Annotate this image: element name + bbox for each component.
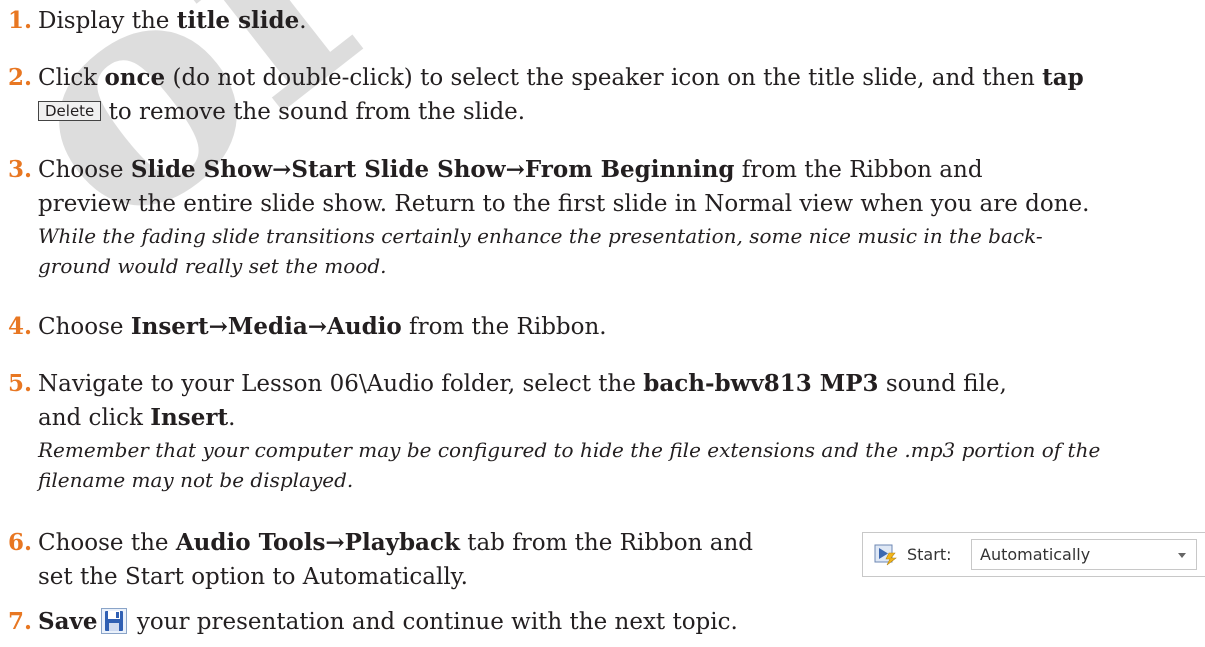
chevron-down-icon[interactable] [1178, 553, 1186, 558]
start-dropdown[interactable]: Automatically [971, 539, 1197, 570]
start-option-control: Start: Automatically [862, 532, 1205, 577]
step-number: 2. [8, 64, 33, 91]
step-note: While the fading slide transitions certa… [38, 224, 1043, 248]
step-number: 3. [8, 156, 33, 183]
step-3: 3. Choose Slide Show→Start Slide Show→Fro… [8, 153, 1089, 281]
step-2: 2. Click once (do not double-click) to se… [8, 64, 1084, 125]
step-note: filename may not be displayed. [38, 468, 354, 492]
save-icon [100, 608, 127, 634]
step-1: 1. Display the title slide. [8, 7, 307, 34]
step-number: 7. [8, 608, 33, 635]
step-number: 5. [8, 370, 33, 397]
start-dropdown-value: Automatically [980, 545, 1091, 564]
delete-key: Delete [38, 101, 102, 121]
start-label: Start: [907, 545, 952, 564]
step-7: 7. Save your presentation and continue wi… [8, 608, 738, 635]
step-number: 1. [8, 7, 33, 34]
step-number: 6. [8, 529, 33, 556]
step-note: ground would really set the mood. [38, 254, 387, 278]
step-number: 4. [8, 313, 33, 340]
play-animation-icon [874, 544, 898, 566]
step-note: Remember that your computer may be confi… [38, 438, 1101, 462]
step-6: 6. Choose the Audio Tools→Playback tab fr… [8, 529, 753, 590]
step-4: 4. Choose Insert→Media→Audio from the Rib… [8, 313, 607, 340]
step-5: 5. Navigate to your Lesson 06\Audio folde… [8, 367, 1100, 495]
